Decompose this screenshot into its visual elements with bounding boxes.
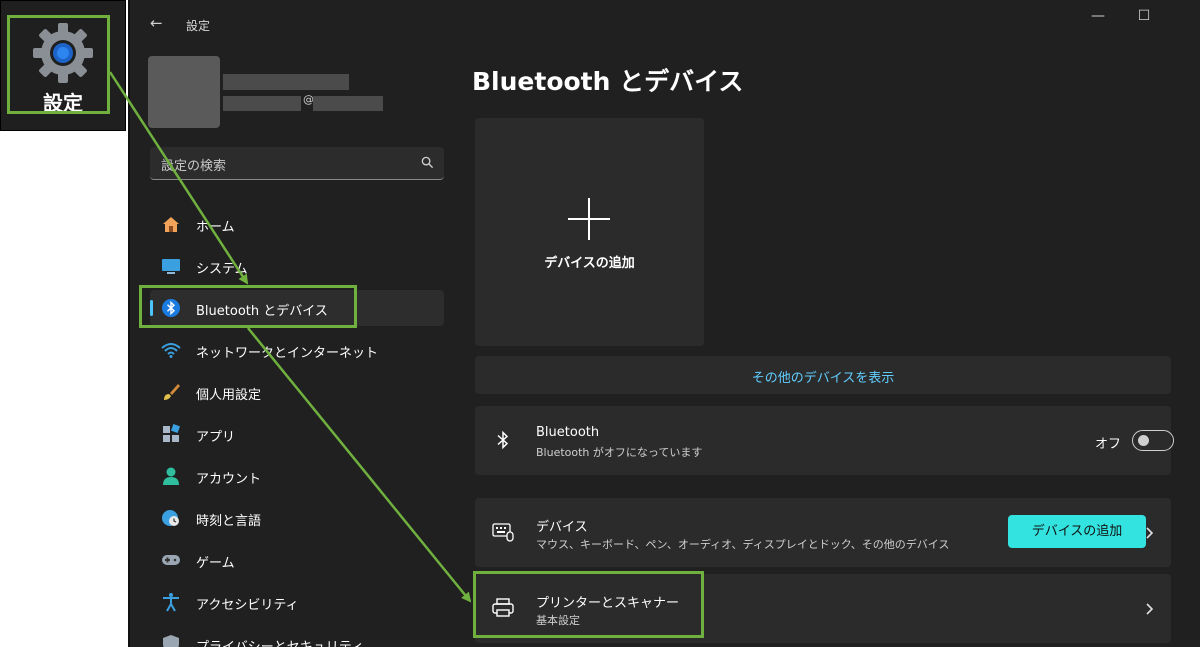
plus-icon <box>568 198 610 240</box>
toggle-knob <box>1138 435 1149 446</box>
add-device-button[interactable]: デバイスの追加 <box>1008 515 1146 548</box>
accessibility-icon <box>163 593 179 612</box>
sidebar-item-accounts[interactable]: アカウント <box>150 458 444 494</box>
view-more-devices-link[interactable]: その他のデバイスを表示 <box>475 356 1171 394</box>
page-title: Bluetooth とデバイス <box>472 67 744 96</box>
chevron-right-icon <box>1146 603 1154 615</box>
minimize-button[interactable]: — <box>1086 8 1110 28</box>
add-device-tile-label: デバイスの追加 <box>544 256 635 271</box>
search-placeholder: 設定の検索 <box>161 159 227 174</box>
sidebar-item-personalization[interactable]: 個人用設定 <box>150 374 444 410</box>
sidebar-item-label: ホーム <box>196 220 235 235</box>
avatar[interactable] <box>148 56 220 128</box>
maximize-button[interactable]: ☐ <box>1132 8 1156 28</box>
callout-highlight-printers <box>473 571 704 638</box>
sidebar-item-network[interactable]: ネットワークとインターネット <box>150 332 444 368</box>
bluetooth-card-subtitle: Bluetooth がオフになっています <box>536 446 703 459</box>
gamepad-icon <box>162 555 180 565</box>
redacted-email-local <box>223 96 301 111</box>
back-arrow-icon[interactable]: ← <box>150 14 168 34</box>
callout-highlight-bluetooth <box>139 285 357 328</box>
sidebar-item-label: ゲーム <box>196 556 235 571</box>
globe-clock-icon <box>162 510 179 526</box>
sidebar-item-accessibility[interactable]: アクセシビリティ <box>150 584 444 620</box>
sidebar-item-home[interactable]: ホーム <box>150 206 444 242</box>
sidebar-item-label: システム <box>196 262 248 277</box>
brush-icon <box>164 384 180 400</box>
sidebar-item-label: アプリ <box>196 430 236 445</box>
sidebar-item-privacy[interactable]: プライバシーとセキュリティ <box>150 626 444 647</box>
sidebar-item-label: アクセシビリティ <box>196 598 299 613</box>
wifi-icon <box>161 343 181 358</box>
sidebar-item-apps[interactable]: アプリ <box>150 416 444 452</box>
chevron-right-icon <box>1146 527 1154 539</box>
sidebar-item-label: プライバシーとセキュリティ <box>196 636 364 647</box>
add-device-tile[interactable]: デバイスの追加 <box>475 118 704 346</box>
bluetooth-card: Bluetooth Bluetooth がオフになっています オフ <box>475 406 1174 475</box>
devices-card-title: デバイス <box>536 520 588 535</box>
title-bar: ← 設定 — ☐ <box>130 0 1200 48</box>
system-icon <box>162 259 180 274</box>
view-more-devices-label: その他のデバイスを表示 <box>751 371 895 386</box>
sidebar-item-label: 個人用設定 <box>196 388 262 403</box>
account-icon <box>163 467 179 485</box>
sidebar-item-time-language[interactable]: 時刻と言語 <box>150 500 444 536</box>
search-icon[interactable] <box>421 156 434 169</box>
sidebar-item-gaming[interactable]: ゲーム <box>150 542 444 578</box>
bluetooth-card-title: Bluetooth <box>536 425 600 440</box>
settings-app-callout: 設定 <box>0 0 126 131</box>
shield-icon <box>163 635 179 647</box>
apps-icon <box>163 424 180 442</box>
sidebar-item-label: アカウント <box>196 472 262 487</box>
keyboard-mouse-icon <box>492 523 514 542</box>
devices-card-subtitle: マウス、キーボード、ペン、オーディオ、ディスプレイとドック、その他のデバイス <box>536 538 950 551</box>
home-icon <box>163 217 179 232</box>
devices-card[interactable]: デバイス マウス、キーボード、ペン、オーディオ、ディスプレイとドック、その他のデ… <box>475 498 1171 567</box>
sidebar-item-system[interactable]: システム <box>150 248 444 284</box>
window-title: 設定 <box>186 19 211 33</box>
sidebar-item-label: ネットワークとインターネット <box>196 346 379 361</box>
bluetooth-icon <box>497 430 509 450</box>
callout-highlight-app <box>7 15 110 114</box>
bluetooth-toggle-label: オフ <box>1095 437 1122 452</box>
search-input[interactable]: 設定の検索 <box>150 147 444 180</box>
redacted-user-name <box>223 74 349 90</box>
bluetooth-toggle[interactable] <box>1132 430 1174 451</box>
sidebar-item-label: 時刻と言語 <box>196 514 262 529</box>
redacted-email-domain <box>313 96 383 111</box>
